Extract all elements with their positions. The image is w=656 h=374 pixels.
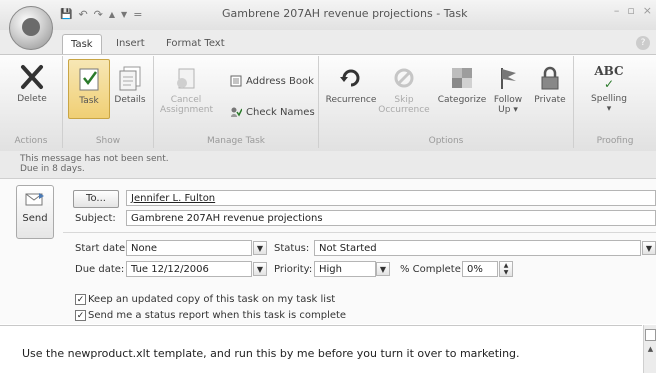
group-label-proofing: Proofing [596,136,634,146]
tab-insert[interactable]: Insert [108,34,153,54]
details-label: Details [114,95,146,105]
recurrence-icon [340,69,360,87]
subject-label: Subject: [75,213,116,224]
send-button[interactable]: Send [16,185,54,239]
help-icon[interactable]: ? [636,36,650,50]
tab-task[interactable]: Task [62,34,102,55]
follow-up-button[interactable]: Follow Up ▾ [490,65,526,115]
send-label: Send [22,213,48,224]
skip-occurrence-button[interactable]: Skip Occurrence [378,65,430,115]
spelling-abc-icon: ABC [594,64,624,78]
address-book-label: Address Book [246,75,314,87]
check-names-label: Check Names [246,106,315,118]
save-icon[interactable]: 💾 [60,9,72,20]
priority-field[interactable]: High [314,261,376,277]
status-report-label: Send me a status report when this task i… [88,310,347,321]
task-body-text[interactable]: Use the newproduct.xlt template, and run… [22,347,520,360]
maximize-button[interactable]: ▫ [627,4,634,17]
due-date-field[interactable]: Tue 12/12/2006 [126,261,252,277]
skip-occurrence-label-1: Skip [394,95,414,105]
percent-complete-label: % Complete: [400,264,465,275]
task-clipboard-icon [79,68,99,91]
to-field[interactable]: Jennifer L. Fulton [126,190,656,206]
recurrence-button[interactable]: Recurrence [324,65,378,105]
private-button[interactable]: Private [530,65,570,105]
priority-label: Priority: [274,264,313,275]
start-date-dropdown-icon[interactable]: ▼ [253,241,267,255]
address-book-icon [230,75,242,87]
cancel-assignment-label-2: Assignment [160,105,213,115]
quick-access-toolbar: 💾 ↶ ↷ ▲ ▼ = [60,6,142,22]
delete-button[interactable]: Delete [14,64,50,104]
follow-up-label-1: Follow [493,95,523,105]
lock-icon [541,66,559,90]
delete-x-icon [21,65,43,89]
task-view-label: Task [79,96,99,106]
keep-copy-label: Keep an updated copy of this task on my … [88,294,336,305]
spelling-button[interactable]: ABC ✓ Spelling ▾ [584,64,634,114]
details-button[interactable]: Details [110,65,150,105]
window-title: Gambrene 207AH revenue projections - Tas… [222,7,468,20]
due-date-dropdown-icon[interactable]: ▼ [253,262,267,276]
subject-field[interactable]: Gambrene 207AH revenue projections [126,210,656,226]
body-scrollbar[interactable]: ▲ [643,325,656,373]
percent-spinner-icon[interactable]: ▲ ▼ [499,261,513,277]
cancel-assignment-label-1: Cancel [170,95,202,105]
follow-up-flag-icon [501,68,516,89]
window-controls: – ▫ × [614,4,652,17]
status-field[interactable]: Not Started [314,240,641,256]
details-pages-icon [119,66,141,91]
spelling-label: Spelling [591,94,627,104]
group-label-show: Show [95,136,121,146]
info-due-text: Due in 8 days. [20,164,85,174]
scrollbar-thumb[interactable] [645,329,656,341]
cancel-assignment-button[interactable]: Cancel Assignment [160,65,213,115]
categorize-icon [452,68,472,88]
status-dropdown-icon[interactable]: ▼ [642,241,656,255]
percent-complete-field[interactable]: 0% [462,261,498,277]
scroll-up-icon[interactable]: ▲ [644,345,656,353]
status-label: Status: [274,243,310,254]
follow-up-label-2: Up [498,105,511,115]
next-item-icon[interactable]: ▼ [121,10,127,19]
send-envelope-icon [25,193,44,206]
check-names-icon [231,107,242,117]
minimize-button[interactable]: – [614,4,620,17]
redo-icon[interactable]: ↷ [94,8,103,21]
undo-icon[interactable]: ↶ [78,8,87,21]
due-date-label: Due date: [75,264,125,275]
start-date-label: Start date: [75,243,129,254]
keep-copy-checkbox[interactable]: ✓ [75,294,86,305]
categorize-label: Categorize [437,95,487,105]
recurrence-label: Recurrence [325,95,377,105]
skip-occurrence-icon [394,68,414,88]
address-book-button[interactable]: Address Book [230,75,314,87]
cancel-assignment-icon [177,68,195,89]
skip-occurrence-label-2: Occurrence [378,105,430,115]
group-label-manage-task: Manage Task [206,136,266,146]
form-divider [63,232,656,233]
task-view-button[interactable]: Task [68,59,110,119]
info-not-sent-text: This message has not been sent. [20,154,169,164]
group-label-actions: Actions [14,136,48,146]
categorize-button[interactable]: Categorize [434,65,490,105]
start-date-field[interactable]: None [126,240,252,256]
customize-toolbar-icon[interactable]: = [133,8,142,21]
close-button[interactable]: × [643,4,652,17]
status-report-checkbox[interactable]: ✓ [75,310,86,321]
office-button[interactable] [9,6,53,50]
check-names-button[interactable]: Check Names [230,106,315,118]
previous-item-icon[interactable]: ▲ [109,10,115,19]
priority-dropdown-icon[interactable]: ▼ [376,262,390,276]
tab-format-text[interactable]: Format Text [158,34,233,54]
to-button[interactable]: To... [73,190,119,208]
group-label-options: Options [428,136,464,146]
office-logo-icon [22,18,40,36]
private-label: Private [534,95,566,105]
delete-label: Delete [17,94,47,104]
